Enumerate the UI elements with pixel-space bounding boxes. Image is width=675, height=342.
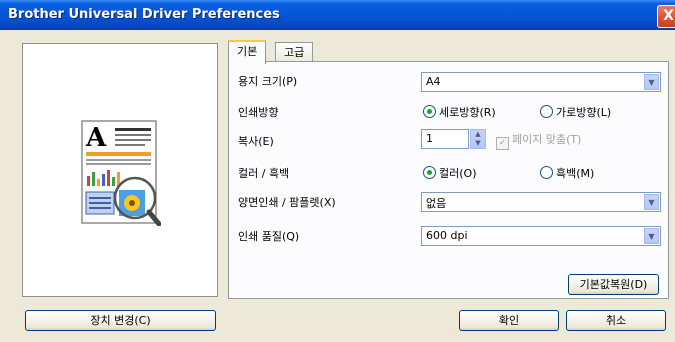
quality-value: 600 dpi: [426, 229, 468, 242]
copies-label: 복사(E): [238, 135, 274, 148]
preview-pane: A: [22, 43, 218, 297]
title-bar[interactable]: Brother Universal Driver Preferences X: [0, 0, 675, 30]
paper-size-select[interactable]: A4 ▼: [421, 72, 661, 92]
collate-label: 페이지 맞춤(T): [512, 133, 582, 146]
tab-basic-label: 기본: [237, 45, 258, 58]
chevron-down-icon[interactable]: ▼: [644, 194, 659, 210]
restore-defaults-button[interactable]: 기본값복원(D): [568, 274, 659, 295]
tab-advanced-label: 고급: [284, 46, 305, 59]
quality-select[interactable]: 600 dpi ▼: [421, 226, 661, 246]
orientation-landscape-label: 가로방향(L): [556, 106, 612, 119]
close-button[interactable]: X: [657, 5, 675, 28]
orientation-portrait-label: 세로방향(R): [439, 106, 496, 119]
change-device-button[interactable]: 장치 변경(C): [25, 310, 216, 331]
ok-button[interactable]: 확인: [459, 310, 559, 331]
duplex-value: 없음: [426, 197, 447, 210]
color-mono-label: 흑백(M): [556, 167, 595, 180]
paper-size-label: 용지 크기(P): [238, 75, 298, 88]
collate-checkbox[interactable]: ✓ 페이지 맞춤(T): [496, 131, 581, 150]
checkmark-icon: ✓: [496, 137, 509, 150]
color-mono-radio[interactable]: 흑백(M): [540, 165, 594, 181]
tab-basic[interactable]: 기본: [228, 40, 267, 64]
radio-selected-icon: [423, 105, 436, 118]
preferences-dialog: Brother Universal Driver Preferences X A: [0, 0, 675, 342]
duplex-select[interactable]: 없음 ▼: [421, 192, 661, 212]
window-title: Brother Universal Driver Preferences: [8, 7, 280, 22]
copies-value: 1: [426, 132, 433, 145]
chevron-down-icon[interactable]: ▼: [644, 228, 659, 244]
tab-advanced[interactable]: 고급: [275, 42, 314, 62]
orientation-label: 인쇄방향: [238, 106, 279, 119]
color-label: 컬러 / 흑백: [238, 167, 290, 180]
color-color-label: 컬러(O): [439, 167, 477, 180]
radio-unselected-icon: [540, 166, 553, 179]
copies-spinner[interactable]: ▲ ▼: [470, 129, 486, 149]
quality-label: 인쇄 품질(Q): [238, 230, 300, 243]
document-preview-icon: A: [81, 120, 161, 226]
orientation-landscape-radio[interactable]: 가로방향(L): [540, 104, 611, 120]
copies-input[interactable]: 1: [421, 129, 469, 149]
cancel-button[interactable]: 취소: [566, 310, 666, 331]
radio-selected-icon: [423, 166, 436, 179]
orientation-portrait-radio[interactable]: 세로방향(R): [423, 104, 496, 120]
chevron-down-icon[interactable]: ▼: [644, 74, 659, 90]
radio-unselected-icon: [540, 105, 553, 118]
color-color-radio[interactable]: 컬러(O): [423, 165, 476, 181]
duplex-label: 양면인쇄 / 팜플렛(X): [238, 196, 336, 209]
paper-size-value: A4: [426, 75, 441, 88]
svg-text:A: A: [85, 123, 107, 153]
